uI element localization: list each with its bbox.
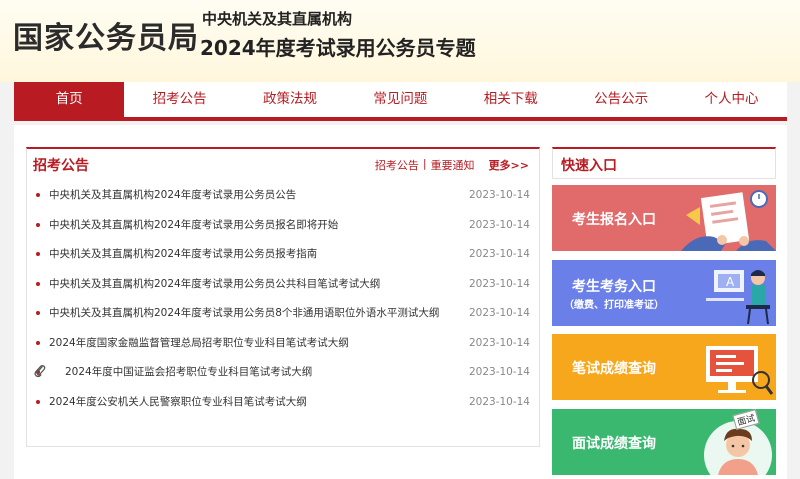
- registration-illustration: [681, 190, 776, 251]
- news-date: 2023-10-14: [468, 218, 530, 231]
- news-title[interactable]: 中央机关及其直属机构2024年度考试录用公务员公告: [49, 186, 296, 204]
- news-list: 中央机关及其直属机构2024年度考试录用公务员公告 2023-10-14 中央机…: [27, 186, 539, 422]
- list-item[interactable]: 中央机关及其直属机构2024年度考试录用公务员报考指南 2023-10-14: [27, 245, 539, 275]
- exam-affairs-entry-sublabel: （缴费、打印准考证）: [564, 300, 664, 311]
- list-item[interactable]: 中央机关及其直属机构2024年度考试录用公务员8个非通用语职位外语水平测试大纲 …: [27, 304, 539, 334]
- interview-score-entry-button[interactable]: 面试成绩查询 面试: [552, 409, 776, 475]
- news-title[interactable]: 2024年度国家金融监督管理总局招考职位专业科目笔试考试大纲: [49, 334, 349, 352]
- exam-affairs-entry-button[interactable]: 考生考务入口 （缴费、打印准考证） A: [552, 260, 776, 326]
- exam-affairs-entry-label: 考生考务入口: [572, 279, 656, 295]
- news-panel-links: 招考公告 | 重要通知 更多>>: [375, 157, 529, 173]
- nav-item-home[interactable]: 首页: [14, 82, 125, 117]
- news-title[interactable]: 中央机关及其直属机构2024年度考试录用公务员报名即将开始: [49, 216, 338, 234]
- main-nav: 首页 招考公告 政策法规 常见问题 相关下载 公告公示 个人中心: [14, 82, 787, 121]
- quick-entry-title: 快速入口: [561, 158, 617, 174]
- written-score-entry-button[interactable]: 笔试成绩查询: [552, 334, 776, 400]
- list-item[interactable]: 中央机关及其直属机构2024年度考试录用公务员报名即将开始 2023-10-14: [27, 216, 539, 246]
- news-title[interactable]: 2024年度中国证监会招考职位专业科目笔试考试大纲: [65, 363, 312, 381]
- exam-affairs-illustration: A: [706, 270, 770, 325]
- list-item[interactable]: 2024年度中国证监会招考职位专业科目笔试考试大纲 2023-10-14: [27, 363, 539, 393]
- news-title[interactable]: 中央机关及其直属机构2024年度考试录用公务员报考指南: [49, 245, 317, 263]
- news-date: 2023-10-14: [468, 395, 530, 408]
- registration-entry-label: 考生报名入口: [572, 212, 656, 228]
- nav-item-downloads[interactable]: 相关下载: [456, 82, 566, 117]
- site-header: 国家公务员局 中央机关及其直属机构 2024年度考试录用公务员专题: [0, 0, 800, 82]
- nav-item-faq[interactable]: 常见问题: [345, 82, 455, 117]
- news-panel: 招考公告 招考公告 | 重要通知 更多>> 中央机关及其直属机构2024年度考试…: [26, 147, 540, 447]
- quick-entry-header: 快速入口: [552, 147, 776, 179]
- nav-item-recruitment[interactable]: 招考公告: [124, 82, 234, 117]
- list-item[interactable]: 中央机关及其直属机构2024年度考试录用公务员公告 2023-10-14: [27, 186, 539, 216]
- nav-item-personal-center[interactable]: 个人中心: [676, 82, 786, 117]
- list-item[interactable]: 中央机关及其直属机构2024年度考试录用公务员公共科目笔试考试大纲 2023-1…: [27, 275, 539, 305]
- interview-score-illustration: [704, 421, 772, 475]
- written-score-illustration: [706, 346, 774, 395]
- news-date: 2023-10-14: [468, 336, 530, 349]
- news-date: 2023-10-14: [468, 277, 530, 290]
- site-logo[interactable]: 国家公务员局: [13, 13, 199, 57]
- registration-entry-button[interactable]: 考生报名入口: [552, 185, 776, 251]
- news-date: 2023-10-14: [468, 248, 530, 260]
- link-separator: |: [422, 157, 427, 170]
- written-score-entry-label: 笔试成绩查询: [572, 361, 656, 377]
- news-date: 2023-10-14: [468, 366, 530, 378]
- paperclip-icon: [33, 363, 47, 385]
- bullet-icon: [36, 193, 40, 197]
- tab-announcements[interactable]: 招考公告: [375, 157, 419, 173]
- bullet-icon: [36, 399, 40, 404]
- quick-entry-panel: 快速入口 考生报名入口 考生考务入口 （缴费、打印准考证） A 笔试成绩查询 面…: [552, 147, 776, 479]
- news-title[interactable]: 中央机关及其直属机构2024年度考试录用公务员8个非通用语职位外语水平测试大纲: [49, 304, 439, 322]
- interview-score-entry-label: 面试成绩查询: [572, 436, 656, 452]
- news-panel-title: 招考公告: [33, 158, 89, 174]
- bullet-icon: [36, 281, 40, 286]
- nav-item-policies[interactable]: 政策法规: [235, 82, 345, 117]
- site-subtitle: 中央机关及其直属机构: [202, 10, 353, 28]
- news-title[interactable]: 中央机关及其直属机构2024年度考试录用公务员公共科目笔试考试大纲: [49, 275, 380, 293]
- news-title[interactable]: 2024年度公安机关人民警察职位专业科目笔试考试大纲: [49, 393, 307, 411]
- bullet-icon: [36, 222, 40, 227]
- news-date: 2023-10-14: [468, 307, 530, 319]
- svg-text:A: A: [726, 275, 735, 289]
- more-link[interactable]: 更多>>: [489, 157, 529, 173]
- list-item[interactable]: 2024年度国家金融监督管理总局招考职位专业科目笔试考试大纲 2023-10-1…: [27, 334, 539, 364]
- news-date: 2023-10-14: [468, 189, 530, 201]
- bullet-icon: [36, 340, 40, 345]
- nav-item-public-notices[interactable]: 公告公示: [566, 82, 676, 117]
- site-title: 2024年度考试录用公务员专题: [200, 36, 476, 60]
- bullet-icon: [36, 311, 40, 315]
- list-item[interactable]: 2024年度公安机关人民警察职位专业科目笔试考试大纲 2023-10-14: [27, 393, 539, 423]
- bullet-icon: [36, 252, 40, 256]
- tab-important-notices[interactable]: 重要通知: [431, 157, 475, 173]
